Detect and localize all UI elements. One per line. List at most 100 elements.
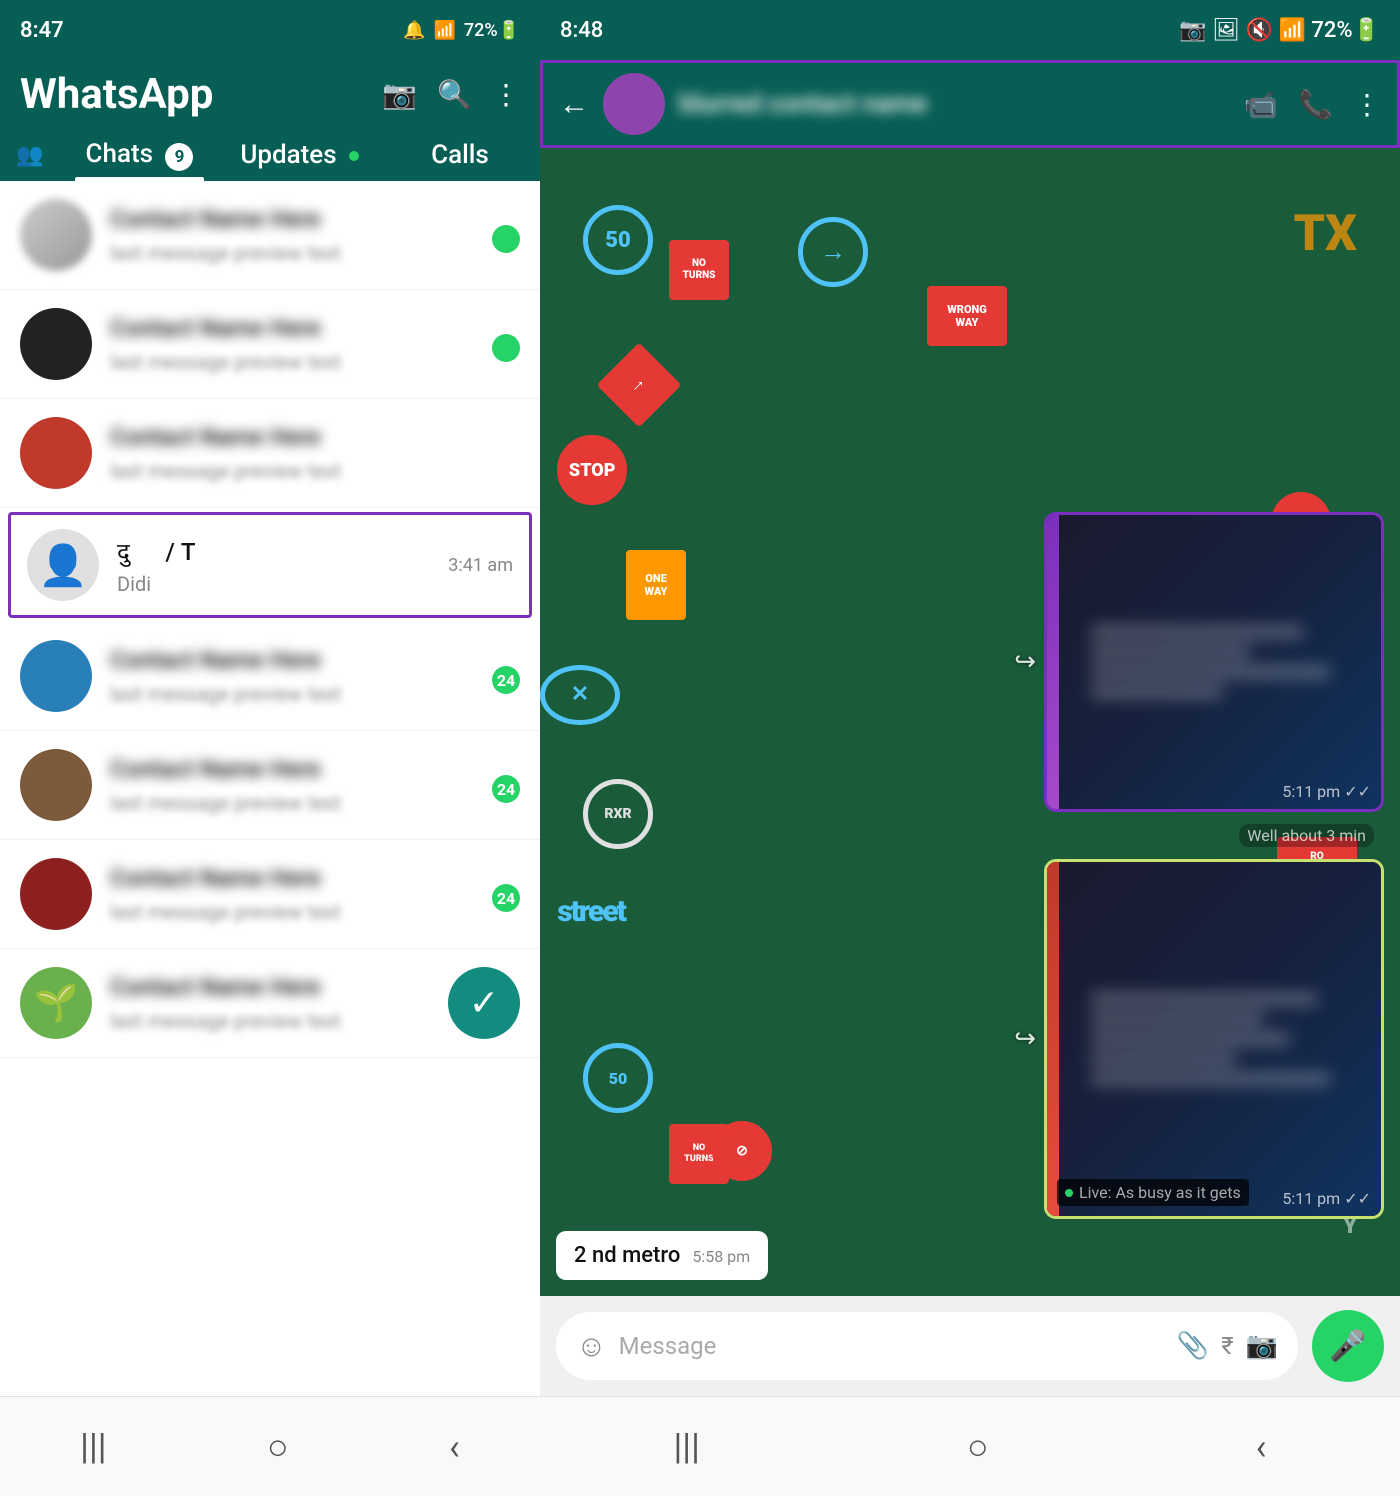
media-card-1: 5:11 pm ✓✓ xyxy=(1044,512,1384,812)
chat-preview-2: last message preview text xyxy=(110,350,482,374)
left-panel: 8:47 🔔 📶 72%🔋 WhatsApp 📷 🔍 ⋮ 👥 Chats 9 U… xyxy=(0,0,540,1496)
emoji-icon[interactable]: ☺ xyxy=(576,1329,607,1364)
status-bar-left: 8:47 🔔 📶 72%🔋 xyxy=(0,0,540,60)
purple-bar xyxy=(1047,515,1059,809)
tab-calls[interactable]: Calls xyxy=(380,130,540,180)
nav-back-icon-right[interactable]: ‹ xyxy=(1246,1416,1277,1478)
header-icons: 📷 🔍 ⋮ xyxy=(382,78,520,111)
chat-content-5: Contact Name Here last message preview t… xyxy=(110,646,482,706)
back-button[interactable]: ← xyxy=(559,87,589,122)
voice-call-icon[interactable]: 📞 xyxy=(1298,88,1333,121)
chat-item-7[interactable]: Contact Name Here last message preview t… xyxy=(0,840,540,949)
community-tab[interactable]: 👥 xyxy=(0,133,59,178)
avatar-4: 👤 xyxy=(27,529,99,601)
battery-icon-left: 72%🔋 xyxy=(464,20,520,41)
mic-button[interactable]: 🎤 xyxy=(1312,1310,1384,1382)
time-right: 8:48 xyxy=(560,18,603,43)
chat-item-3[interactable]: Contact Name Here last message preview t… xyxy=(0,399,540,508)
attach-icon[interactable]: 📎 xyxy=(1177,1331,1209,1361)
avatar-7 xyxy=(20,858,92,930)
chat-meta-5: 24 xyxy=(492,658,520,694)
menu-icon[interactable]: ⋮ xyxy=(492,78,520,111)
nav-home-icon-right[interactable]: ○ xyxy=(957,1416,999,1478)
nav-home-icon[interactable]: ○ xyxy=(257,1416,299,1478)
blurred-line-8 xyxy=(1090,1053,1237,1065)
tick-icon-2: ✓✓ xyxy=(1344,1189,1371,1208)
battery-icon-right: 72%🔋 xyxy=(1311,18,1380,43)
plant-icon: 🌱 xyxy=(34,982,79,1024)
person-icon-4: 👤 xyxy=(38,542,88,589)
chat-name-blurred-4 xyxy=(130,538,160,566)
tabs-bar: 👥 Chats 9 Updates Calls xyxy=(0,119,540,181)
time-label-group: Well about 3 min xyxy=(556,824,1384,847)
chat-meta-4: 3:41 am xyxy=(448,555,513,576)
chat-content-3: Contact Name Here last message preview t… xyxy=(110,423,510,483)
chat-menu-icon[interactable]: ⋮ xyxy=(1353,88,1381,121)
chat-list: Contact Name Here last message preview t… xyxy=(0,181,540,1396)
chats-badge: 9 xyxy=(165,143,193,171)
chat-item-4[interactable]: 👤 दु / T Didi 3:41 am xyxy=(8,512,532,618)
media-inner-1 xyxy=(1047,515,1381,809)
media-inner-2 xyxy=(1047,862,1381,1216)
time-text-2: 5:11 pm xyxy=(1282,1189,1340,1208)
blurred-line-2 xyxy=(1090,646,1250,658)
chat-background: 50 NOTURNS → WRONGWAY ↑ STOP ONEWAY ✕ RX… xyxy=(540,148,1400,1296)
teal-badge-8: ✓ xyxy=(448,967,520,1039)
nav-back-icon[interactable]: ‹ xyxy=(439,1416,470,1478)
chat-preview-6: last message preview text xyxy=(110,791,482,815)
video-call-icon[interactable]: 📹 xyxy=(1243,88,1278,121)
rupee-icon[interactable]: ₹ xyxy=(1221,1332,1233,1360)
signal-icon-left: 🔔 xyxy=(403,20,425,41)
chat-item-5[interactable]: Contact Name Here last message preview t… xyxy=(0,622,540,731)
chat-meta-7: 24 xyxy=(492,876,520,912)
app-title: WhatsApp xyxy=(20,70,213,119)
camera-icon[interactable]: 📷 xyxy=(382,78,417,111)
chat-name-1: Contact Name Here xyxy=(110,205,321,233)
text-content: 2 nd metro xyxy=(574,1243,680,1268)
tab-updates[interactable]: Updates xyxy=(220,130,380,180)
chat-preview-4: Didi xyxy=(117,572,438,596)
blurred-line-7 xyxy=(1090,1033,1290,1045)
chat-meta-6: 24 xyxy=(492,767,520,803)
message-placeholder[interactable]: Message xyxy=(619,1332,1165,1360)
status-icons-right: 📷 🖼 🔇 📶 72%🔋 xyxy=(1179,18,1380,43)
time-text-1: 5:11 pm xyxy=(1282,782,1340,801)
chat-preview-8: last message preview text xyxy=(110,1009,438,1033)
avatar-1 xyxy=(20,199,92,271)
tab-chats[interactable]: Chats 9 xyxy=(59,129,219,181)
photo-icon-right: 📷 xyxy=(1179,18,1206,43)
blurred-line-5 xyxy=(1090,993,1317,1005)
wifi-icon-left: 📶 xyxy=(433,20,455,41)
chat-name-slash: / T xyxy=(160,538,196,566)
chat-name-7: Contact Name Here xyxy=(110,864,321,892)
msg-time-1: 5:11 pm ✓✓ xyxy=(1282,782,1371,801)
input-box: ☺ Message 📎 ₹ 📷 xyxy=(556,1312,1298,1380)
chat-name-8: Contact Name Here xyxy=(110,973,321,1001)
chat-content-4: दु / T Didi xyxy=(117,535,438,596)
chat-item-2[interactable]: Contact Name Here last message preview t… xyxy=(0,290,540,399)
chat-item-6[interactable]: Contact Name Here last message preview t… xyxy=(0,731,540,840)
message-group-1: ↪ 5:11 pm xyxy=(556,512,1384,812)
chat-name-6: Contact Name Here xyxy=(110,755,321,783)
gallery-icon-right: 🖼 xyxy=(1212,18,1240,43)
time-left: 8:47 xyxy=(20,18,64,43)
search-icon[interactable]: 🔍 xyxy=(437,78,472,111)
contact-avatar xyxy=(603,73,665,135)
avatar-2 xyxy=(20,308,92,380)
chat-name-2: Contact Name Here xyxy=(110,314,321,342)
nav-bar-right: ||| ○ ‹ xyxy=(540,1396,1400,1496)
camera-input-icon[interactable]: 📷 xyxy=(1246,1331,1278,1361)
chat-item-8[interactable]: 🌱 Contact Name Here last message preview… xyxy=(0,949,540,1058)
right-panel: 8:48 📷 🖼 🔇 📶 72%🔋 ← blurred contact name… xyxy=(540,0,1400,1496)
chat-name-4: दु / T xyxy=(117,535,438,568)
chat-item-1[interactable]: Contact Name Here last message preview t… xyxy=(0,181,540,290)
tick-icon-1: ✓✓ xyxy=(1344,782,1371,801)
status-bar-right: 8:48 📷 🖼 🔇 📶 72%🔋 xyxy=(540,0,1400,60)
chat-badge-2 xyxy=(492,334,520,362)
message-input-bar: ☺ Message 📎 ₹ 📷 🎤 xyxy=(540,1296,1400,1396)
chat-content-2: Contact Name Here last message preview t… xyxy=(110,314,482,374)
nav-recents-icon[interactable]: ||| xyxy=(70,1416,116,1478)
chat-meta-8: ✓ xyxy=(448,967,520,1039)
nav-recents-icon-right[interactable]: ||| xyxy=(664,1416,710,1478)
contact-info: blurred contact name xyxy=(679,89,1229,119)
